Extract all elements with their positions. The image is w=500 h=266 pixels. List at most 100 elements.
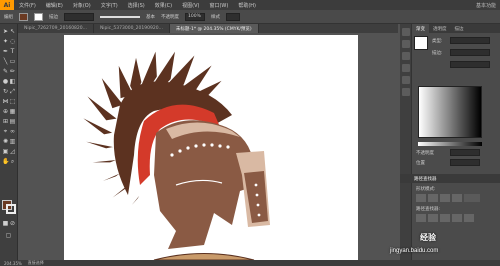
toolbox: ➤ ↖ ✦ ◌ ✒ T ╲ ▭ ✎ ✏ ● ◧ ↻ ⤢ ⋈ ⬚ ⊕ ▦ ⊞ ▤ …	[0, 24, 18, 260]
menu-edit[interactable]: 编辑(E)	[41, 2, 68, 9]
opacity-field[interactable]: 100%	[185, 12, 205, 21]
doc-tab-active[interactable]: 未标题-1* @ 204.35% (CMYK/预览)	[169, 24, 259, 33]
gradient-preview[interactable]	[418, 86, 482, 138]
workspace-switcher[interactable]: 基本功能	[476, 2, 500, 9]
menu-window[interactable]: 窗口(W)	[204, 2, 233, 9]
tab-stroke[interactable]: 描边	[451, 24, 468, 33]
color-mode-icon[interactable]: ■	[2, 220, 9, 227]
mesh-tool-icon[interactable]: ⊞	[2, 118, 9, 125]
artboard[interactable]	[64, 35, 358, 261]
width-tool-icon[interactable]: ⋈	[2, 98, 9, 105]
shape-mode-buttons	[416, 194, 480, 202]
panel-dock	[400, 24, 412, 260]
dock-symbols-icon[interactable]	[402, 64, 410, 72]
zoom-level[interactable]: 204.35%	[4, 261, 22, 266]
brush-label[interactable]: 基本	[146, 14, 155, 20]
dock-layers-icon[interactable]	[402, 88, 410, 96]
selection-tool-icon[interactable]: ➤	[2, 28, 9, 35]
blend-tool-icon[interactable]: ∞	[9, 128, 16, 135]
helmet-artwork[interactable]	[64, 35, 358, 261]
app-logo: Ai	[0, 0, 14, 10]
shape-builder-icon[interactable]: ⊕	[2, 108, 9, 115]
stroke-color-box[interactable]	[6, 204, 16, 214]
divide-button[interactable]	[416, 214, 426, 222]
intersect-button[interactable]	[440, 194, 450, 202]
menu-view[interactable]: 视图(V)	[177, 2, 204, 9]
document-tabs: Nipic_7262709_20160820... Nipic_5373000_…	[18, 24, 398, 33]
direct-selection-tool-icon[interactable]: ↖	[9, 28, 16, 35]
opacity-field-panel[interactable]	[450, 149, 480, 156]
opacity-label: 不透明度	[161, 14, 179, 20]
blob-brush-icon[interactable]: ●	[2, 78, 9, 85]
trim-button[interactable]	[428, 214, 438, 222]
gradient-swatch[interactable]	[414, 36, 428, 50]
type-tool-icon[interactable]: T	[9, 48, 16, 55]
outline-button[interactable]	[464, 214, 474, 222]
lasso-icon[interactable]: ◌	[9, 38, 16, 45]
magic-wand-icon[interactable]: ✦	[2, 38, 9, 45]
gradient-type-dropdown[interactable]	[450, 37, 490, 44]
location-label: 位置	[416, 161, 425, 166]
none-mode-icon[interactable]: ⊘	[9, 220, 16, 227]
menu-type[interactable]: 文字(T)	[96, 2, 123, 9]
canvas-area[interactable]	[18, 33, 400, 261]
status-tool: 直接选择	[27, 260, 44, 265]
screen-mode-icon[interactable]: ▢	[5, 232, 12, 239]
eyedropper-icon[interactable]: ⌖	[2, 128, 9, 135]
tab-transparency[interactable]: 透明度	[429, 24, 451, 33]
menu-object[interactable]: 对象(O)	[68, 2, 96, 9]
line-tool-icon[interactable]: ╲	[2, 58, 9, 65]
merge-button[interactable]	[440, 214, 450, 222]
location-field[interactable]	[450, 159, 480, 166]
style-dropdown[interactable]	[226, 12, 240, 21]
brush-tool-icon[interactable]: ✎	[2, 68, 9, 75]
pen-tool-icon[interactable]: ✒	[2, 48, 9, 55]
doc-tab-2[interactable]: Nipic_5373000_20190920...	[94, 24, 170, 33]
hand-tool-icon[interactable]: ✋	[2, 158, 9, 165]
slice-tool-icon[interactable]: ◿	[9, 148, 16, 155]
eraser-icon[interactable]: ◧	[9, 78, 16, 85]
gradient-tool-icon[interactable]: ▤	[9, 118, 16, 125]
menu-select[interactable]: 选择(S)	[123, 2, 150, 9]
menu-effect[interactable]: 效果(C)	[150, 2, 177, 9]
dock-graphic-styles-icon[interactable]	[402, 76, 410, 84]
stroke-weight-field[interactable]	[64, 12, 94, 21]
pathfinder-title[interactable]: 路径查找器	[400, 174, 500, 183]
doc-tab-1[interactable]: Nipic_7262709_20160820...	[18, 24, 94, 33]
zoom-tool-icon[interactable]: ⌕	[9, 158, 16, 165]
symbol-sprayer-icon[interactable]: ✺	[2, 138, 9, 145]
pathfinder-buttons	[416, 214, 480, 222]
graph-tool-icon[interactable]: ▥	[9, 138, 16, 145]
gradient-slider[interactable]	[418, 142, 482, 146]
unite-button[interactable]	[416, 194, 426, 202]
exclude-button[interactable]	[452, 194, 462, 202]
crop-button[interactable]	[452, 214, 462, 222]
panel-tabs: 渐变 透明度 描边	[412, 24, 500, 33]
pencil-tool-icon[interactable]: ✏	[9, 68, 16, 75]
menu-help[interactable]: 帮助(H)	[233, 2, 261, 9]
free-transform-icon[interactable]: ⬚	[9, 98, 16, 105]
expand-button[interactable]	[464, 194, 480, 202]
minus-front-button[interactable]	[428, 194, 438, 202]
stroke-swatch[interactable]	[34, 12, 43, 21]
gradient-stroke-field[interactable]	[450, 49, 490, 56]
rectangle-tool-icon[interactable]: ▭	[9, 58, 16, 65]
tab-gradient[interactable]: 渐变	[412, 24, 429, 33]
helmet-dome	[154, 120, 258, 250]
menu-file[interactable]: 文件(F)	[14, 2, 41, 9]
artboard-tool-icon[interactable]: ▣	[2, 148, 9, 155]
dock-color-icon[interactable]	[402, 28, 410, 36]
stroke-profile-preview[interactable]	[100, 15, 140, 18]
gradient-angle-field[interactable]	[450, 61, 490, 68]
rotate-tool-icon[interactable]: ↻	[2, 88, 9, 95]
fill-stroke-indicator[interactable]	[2, 200, 16, 214]
control-bar: 编组 描边 基本 不透明度 100% 样式	[0, 10, 500, 24]
style-label: 样式	[211, 14, 220, 20]
dock-brushes-icon[interactable]	[402, 52, 410, 60]
perspective-grid-icon[interactable]: ▦	[9, 108, 16, 115]
scale-tool-icon[interactable]: ⤢	[9, 88, 16, 95]
status-bar: 204.35% 直接选择	[0, 260, 500, 266]
fill-swatch[interactable]	[19, 12, 28, 21]
watermark-text: 经验	[420, 233, 436, 242]
dock-swatches-icon[interactable]	[402, 40, 410, 48]
